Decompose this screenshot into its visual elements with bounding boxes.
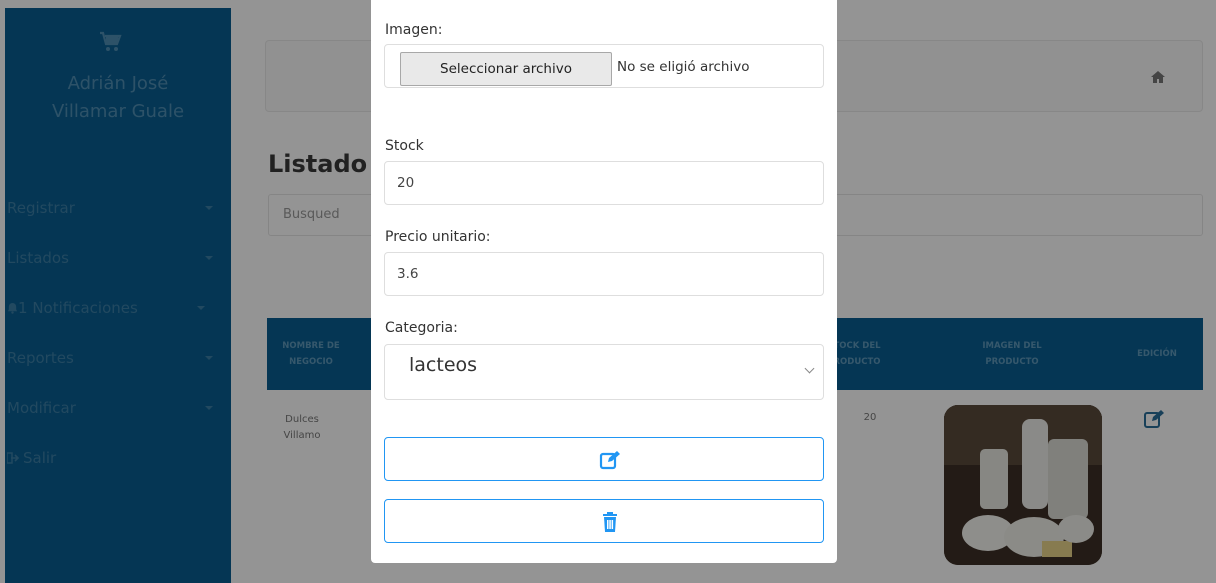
category-select[interactable]: lacteos [384, 344, 824, 400]
choose-file-button[interactable]: Seleccionar archivo [400, 52, 612, 86]
update-button[interactable] [384, 437, 824, 481]
category-label: Categoria: [385, 320, 458, 336]
category-value: lacteos [409, 354, 478, 376]
stock-label: Stock [385, 138, 424, 154]
price-field[interactable]: 3.6 [384, 252, 824, 296]
trash-icon [603, 512, 617, 532]
price-label: Precio unitario: [385, 229, 491, 245]
stock-field[interactable]: 20 [384, 161, 824, 205]
delete-button[interactable] [384, 499, 824, 543]
stock-value: 20 [397, 175, 415, 191]
edit-icon [599, 451, 620, 470]
chevron-down-icon [804, 363, 815, 374]
edit-product-modal: Imagen: Seleccionar archivo No se eligió… [371, 0, 837, 563]
image-file-input: Seleccionar archivo No se eligió archivo [384, 44, 824, 88]
file-status: No se eligió archivo [617, 59, 750, 75]
price-value: 3.6 [397, 266, 419, 282]
image-label: Imagen: [385, 22, 443, 38]
